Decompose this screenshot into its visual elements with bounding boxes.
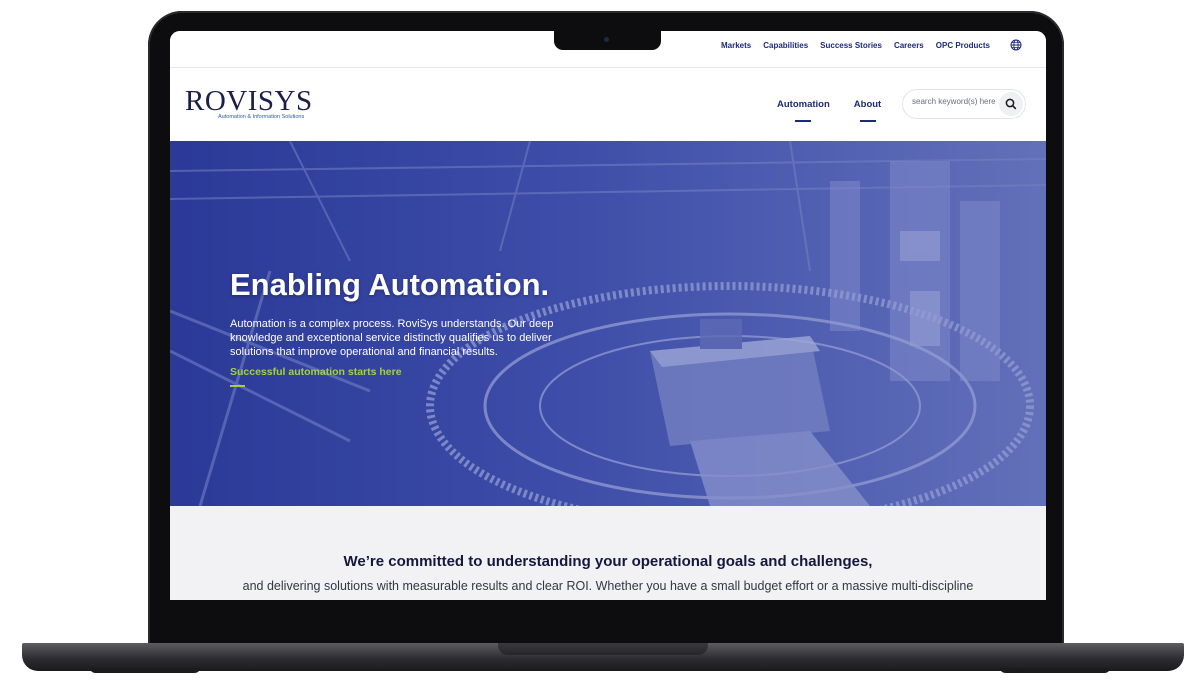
rovisys-logo[interactable]: ROVISYS Automation & Information Solutio…: [185, 86, 325, 124]
hero-cta-link[interactable]: Successful automation starts here: [230, 366, 402, 378]
browser-viewport: Markets Capabilities Success Stories Car…: [170, 31, 1046, 600]
utility-link-markets[interactable]: Markets: [721, 41, 751, 50]
utility-link-opc-products[interactable]: OPC Products: [936, 41, 990, 50]
logo-wordmark: ROVISYS: [185, 85, 313, 117]
hero-cta-underline: [230, 385, 245, 387]
hero-title: Enabling Automation.: [230, 267, 550, 302]
utility-link-success-stories[interactable]: Success Stories: [820, 41, 882, 50]
intro-heading: We’re committed to understanding your op…: [343, 553, 873, 570]
globe-icon[interactable]: [1010, 39, 1022, 51]
laptop-foot-right: [1000, 668, 1110, 673]
laptop-base-notch: [498, 643, 708, 655]
main-header: ROVISYS Automation & Information Solutio…: [170, 68, 1046, 141]
nav-item-automation[interactable]: Automation: [777, 99, 830, 122]
main-nav: Automation About: [777, 99, 881, 122]
camera-notch: [554, 31, 661, 50]
search-icon: [1005, 98, 1017, 110]
search-input[interactable]: [912, 97, 998, 106]
nav-item-about[interactable]: About: [854, 99, 881, 122]
camera-icon: [604, 37, 609, 42]
hero-description: Automation is a complex process. RoviSys…: [230, 318, 554, 358]
search-button[interactable]: [999, 92, 1023, 116]
laptop-foot-left: [90, 668, 200, 673]
utility-link-careers[interactable]: Careers: [894, 41, 924, 50]
intro-section: We’re committed to understanding your op…: [170, 506, 1046, 600]
utility-link-capabilities[interactable]: Capabilities: [763, 41, 808, 50]
utility-nav: Markets Capabilities Success Stories Car…: [721, 41, 990, 50]
search-box: [902, 89, 1026, 119]
logo-tagline: Automation & Information Solutions: [218, 114, 305, 120]
intro-body: and delivering solutions with measurable…: [242, 579, 974, 593]
hero-banner: Enabling Automation. Automation is a com…: [170, 141, 1046, 506]
